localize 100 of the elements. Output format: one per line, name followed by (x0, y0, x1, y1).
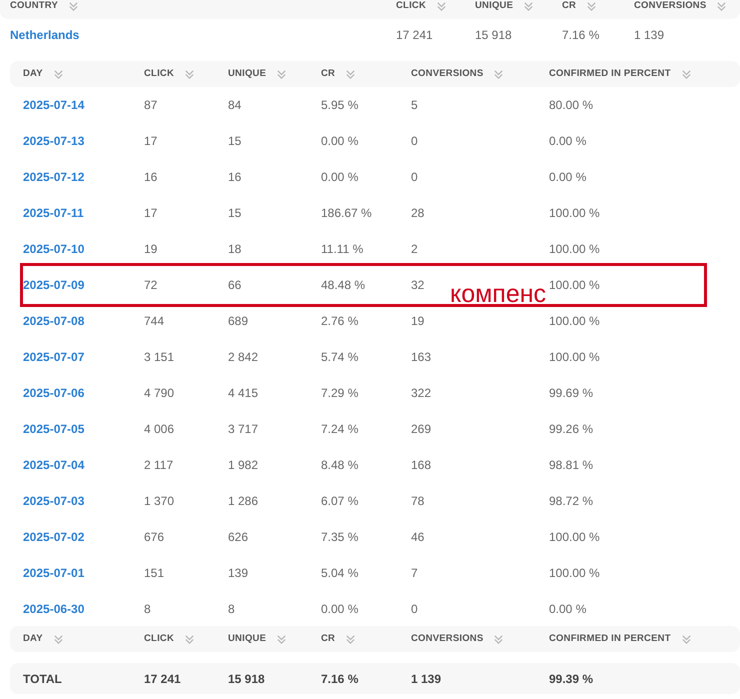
sort-icon[interactable] (586, 0, 598, 12)
sort-icon[interactable] (276, 68, 288, 80)
sort-icon[interactable] (680, 68, 692, 80)
table-cell-text: 17 (144, 133, 158, 150)
table-cell-text: 80.00 % (549, 97, 594, 114)
sort-icon[interactable] (52, 634, 64, 644)
table-cell-text: 5 (411, 97, 419, 114)
table-cell-text: 7.16 % (562, 26, 600, 44)
date-link[interactable]: 2025-07-06 (23, 384, 144, 402)
table-cell-text: 19 (411, 313, 426, 330)
table-cell-text: 100.00 % (549, 349, 601, 366)
table-cell-text: 8 (228, 601, 236, 618)
sort-icon[interactable] (523, 0, 534, 12)
date-link[interactable]: 2025-07-09 (23, 276, 144, 294)
column-header[interactable]: CR (562, 0, 576, 14)
date-link[interactable]: 2025-07-13 (23, 132, 144, 150)
table-cell-text: 5.95 % (321, 97, 360, 114)
column-header[interactable]: CONFIRMED IN PERCENT (549, 632, 671, 646)
sort-icon[interactable] (345, 68, 356, 80)
table-cell-text: 17 241 (396, 26, 434, 44)
date-link[interactable]: 2025-06-30 (23, 600, 144, 618)
table-cell-text: 46 (411, 529, 426, 546)
column-header[interactable]: UNIQUE (228, 66, 266, 82)
table-cell-text: 7.35 % (321, 529, 360, 546)
table-cell-text: 1 370 (144, 493, 176, 510)
sort-icon[interactable] (436, 0, 448, 12)
column-header[interactable]: CR (321, 632, 336, 646)
column-header[interactable]: UNIQUE (475, 0, 514, 14)
column-header[interactable]: DAY (23, 632, 43, 646)
table-cell-text: 0 (411, 169, 419, 186)
table-cell-text: 98.81 % (549, 457, 594, 474)
date-link[interactable]: 2025-07-08 (23, 312, 144, 330)
sort-icon[interactable] (52, 68, 64, 80)
column-header[interactable]: DAY (23, 66, 43, 82)
sort-icon[interactable] (680, 634, 692, 644)
column-header[interactable]: COUNTRY (10, 0, 58, 14)
sort-icon[interactable] (345, 634, 356, 644)
table-cell-text: 7.24 % (321, 421, 360, 438)
table-cell-text: 626 (228, 529, 250, 546)
country-link[interactable]: Netherlands (10, 26, 396, 44)
column-header[interactable]: CLICK (144, 632, 174, 646)
sort-icon[interactable] (276, 634, 288, 644)
table-cell-text: 3 717 (228, 421, 260, 438)
date-link[interactable]: 2025-07-10 (23, 240, 144, 258)
table-cell-text: 18 (228, 241, 242, 258)
table-cell-text: 269 (411, 421, 432, 438)
table-cell-text: 16 (144, 169, 158, 186)
table-cell-text: 8 (144, 601, 152, 618)
column-header[interactable]: CR (321, 66, 336, 82)
table-cell-text: 168 (411, 457, 432, 474)
table-cell-text: 0.00 % (321, 169, 360, 186)
table-cell-text: 322 (411, 385, 432, 402)
sort-icon[interactable] (68, 0, 80, 12)
table-cell-text: 100.00 % (549, 205, 601, 222)
table-cell-text: 8.48 % (321, 457, 360, 474)
table-cell-text: 87 (144, 97, 158, 114)
date-link[interactable]: 2025-07-02 (23, 528, 144, 546)
date-link[interactable]: 2025-07-04 (23, 456, 144, 474)
sort-icon[interactable] (184, 634, 196, 644)
column-header[interactable]: CONFIRMED IN PERCENT (549, 66, 671, 82)
table-cell-text: 4 006 (144, 421, 176, 438)
date-link[interactable]: 2025-07-03 (23, 492, 144, 510)
sort-icon[interactable] (493, 634, 504, 644)
column-header[interactable]: CONVERSIONS (411, 66, 484, 82)
table-cell-text: 7.29 % (321, 385, 360, 402)
table-cell-text: 689 (228, 313, 250, 330)
table-cell-text: 6.07 % (321, 493, 360, 510)
total-cell-text: 17 241 (144, 670, 182, 688)
table-cell-text: 4 415 (228, 385, 260, 402)
table-cell-text: 2 842 (228, 349, 260, 366)
sort-icon[interactable] (493, 68, 504, 80)
table-cell-text: 7 (411, 565, 419, 582)
date-link[interactable]: 2025-07-14 (23, 96, 144, 114)
table-cell-text: 0.00 % (321, 601, 360, 618)
total-cell-text: 15 918 (228, 670, 266, 688)
date-link[interactable]: 2025-07-07 (23, 348, 144, 366)
sort-icon[interactable] (184, 68, 196, 80)
date-link[interactable]: 2025-07-11 (23, 204, 144, 222)
total-cell-text: 99.39 % (549, 670, 594, 688)
table-cell-text: 163 (411, 349, 432, 366)
date-link[interactable]: 2025-07-12 (23, 168, 144, 186)
sort-icon[interactable] (716, 0, 728, 12)
table-cell-text: 66 (228, 277, 242, 294)
date-link[interactable]: 2025-07-01 (23, 564, 144, 582)
table-cell-text: 11.11 % (321, 241, 364, 258)
column-header[interactable]: UNIQUE (228, 632, 266, 646)
column-header[interactable]: CONVERSIONS (634, 0, 706, 14)
total-cell-text: 1 139 (411, 670, 442, 688)
table-cell-text: 5.74 % (321, 349, 360, 366)
table-cell-text: 32 (411, 277, 426, 294)
table-cell-text: 100.00 % (549, 565, 601, 582)
column-header[interactable]: CONVERSIONS (411, 632, 484, 646)
table-cell-text: 0.00 % (549, 133, 588, 150)
table-cell-text: 2 (411, 241, 419, 258)
column-header[interactable]: CLICK (396, 0, 426, 14)
table-cell-text: 676 (144, 529, 166, 546)
date-link[interactable]: 2025-07-05 (23, 420, 144, 438)
table-cell-text: 4 790 (144, 385, 176, 402)
column-header[interactable]: CLICK (144, 66, 174, 82)
table-cell-text: 3 151 (144, 349, 176, 366)
